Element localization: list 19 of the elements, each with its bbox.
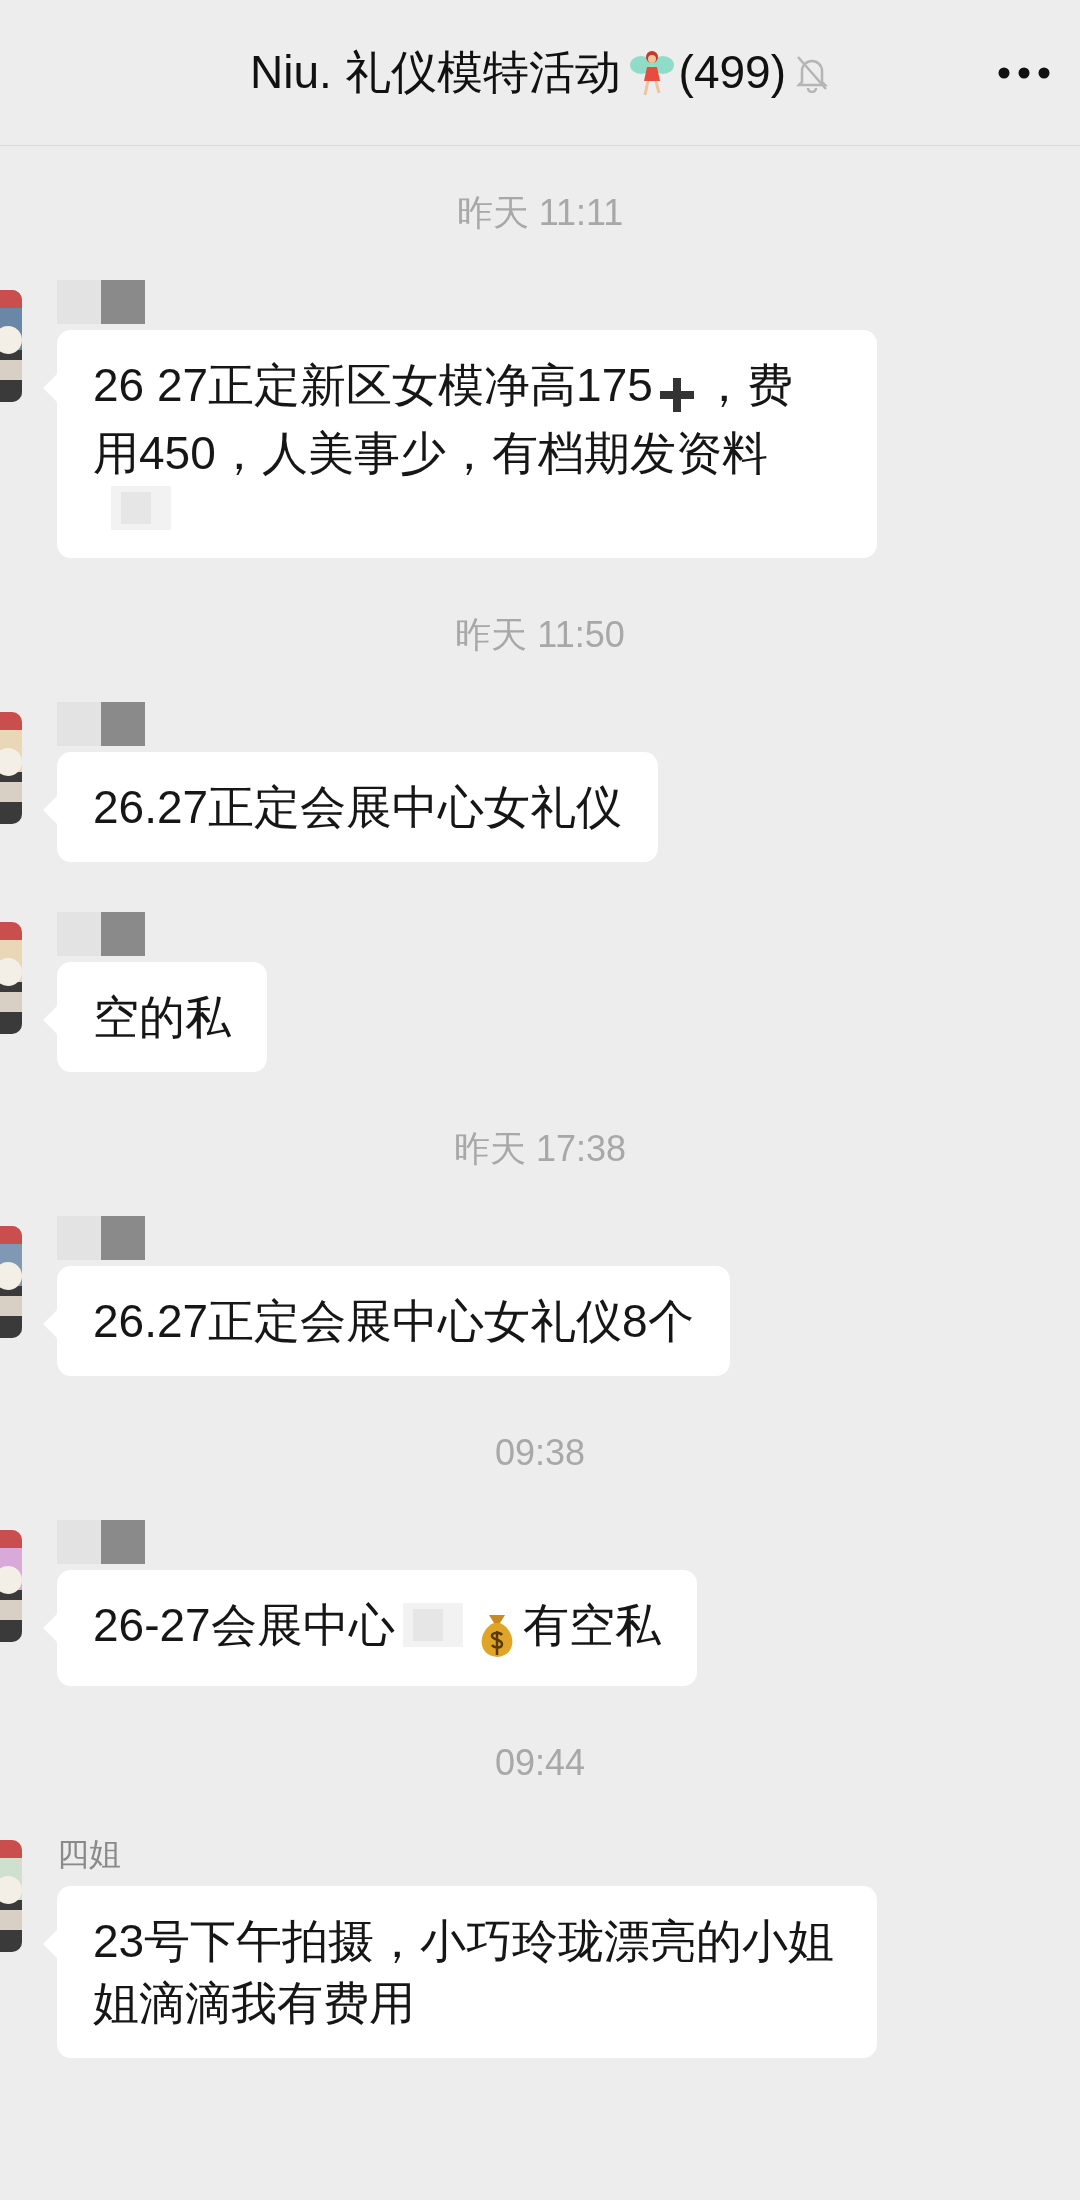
timestamp: 昨天 11:11: [456, 191, 624, 235]
message-text: 26 27正定新区女模净高175: [93, 359, 653, 411]
message-text: 26.27正定会展中心女礼仪8个: [93, 1295, 694, 1347]
member-count: (499): [678, 45, 786, 100]
mosaic-patch: [402, 1603, 463, 1647]
message-text: 有空私: [522, 1599, 661, 1651]
timestamp: 昨天 17:38: [453, 1127, 627, 1171]
timestamp: 09:38: [494, 1431, 586, 1475]
timestamp: 09:44: [494, 1741, 586, 1785]
message-text: 用450，人美事少，有档期发资料: [93, 427, 768, 479]
mosaic-patch: [111, 486, 171, 530]
message-text: 23号下午拍摄，小巧玲珑漂亮的小姐姐滴滴我有费用: [93, 1915, 835, 2029]
message-text: 空的私: [93, 991, 231, 1043]
timestamp: 昨天 11:50: [455, 613, 625, 657]
message-text: 26.27正定会展中心女礼仪: [93, 781, 623, 833]
chat-title: Niu. 礼仪模特活动: [250, 45, 621, 100]
message-text: 26-27会展中心: [93, 1599, 395, 1651]
message-text: ，费: [700, 359, 793, 411]
sender-name: 四姐: [57, 1835, 121, 1874]
